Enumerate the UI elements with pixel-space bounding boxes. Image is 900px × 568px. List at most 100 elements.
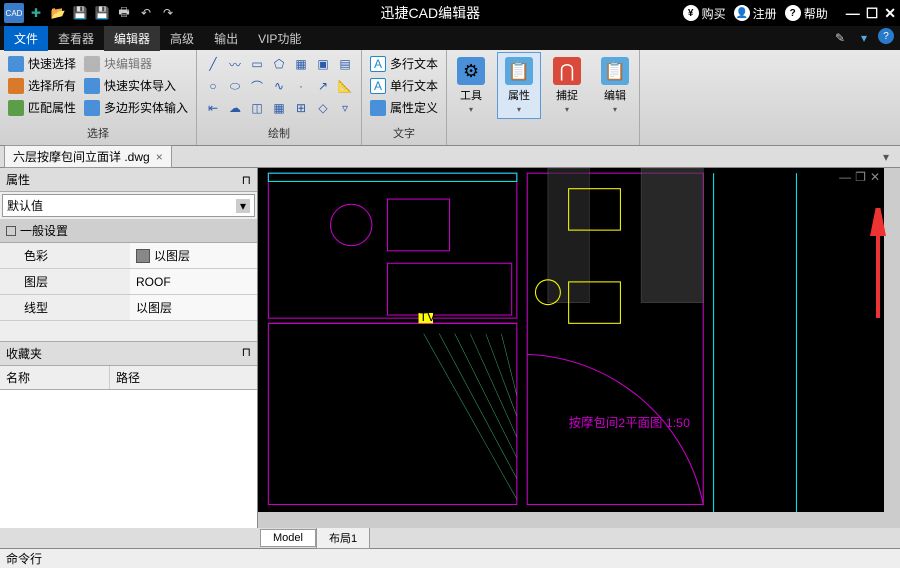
canvas-close-icon[interactable]: ✕ — [870, 170, 880, 184]
menu-vip[interactable]: VIP功能 — [248, 26, 311, 51]
chevron-down-icon: ▾ — [236, 199, 250, 213]
dim-tool[interactable]: ⇤ — [203, 98, 223, 118]
saveas-icon[interactable]: 💾 — [92, 3, 112, 23]
snap-button[interactable]: ⋂ 捕捉 ▾ — [545, 52, 589, 119]
solidimport-icon — [84, 78, 100, 94]
rect-tool[interactable]: ▭ — [247, 54, 267, 74]
select-tool[interactable]: ▣ — [313, 54, 333, 74]
ellipse-tool[interactable]: ⬭ — [225, 76, 245, 96]
svg-text:按摩包间2平面图 1:50: 按摩包间2平面图 1:50 — [569, 415, 690, 430]
new-icon[interactable]: ✚ — [26, 3, 46, 23]
attrdef[interactable]: 属性定义 — [368, 98, 440, 117]
undo-icon[interactable]: ↶ — [136, 3, 156, 23]
tools-button[interactable]: ⚙ 工具 ▾ — [449, 52, 493, 119]
sidebar: 属性 ⊓ 默认值 ▾ 一般设置 色彩 以图层 图层 ROOF 线型 以图层 收藏… — [0, 168, 258, 528]
solid-import[interactable]: 快速实体导入 — [82, 76, 190, 95]
pin-icon[interactable]: ⊓ — [242, 173, 251, 187]
pencil-icon[interactable]: ✎ — [830, 28, 850, 48]
match-props[interactable]: 匹配属性 — [6, 98, 78, 117]
polysolid-icon — [84, 100, 100, 116]
ribbon: 快速选择 选择所有 匹配属性 块编辑器 快速实体导入 多边形实体输入 选择 ╱ … — [0, 50, 900, 146]
save-icon[interactable]: 💾 — [70, 3, 90, 23]
select-all[interactable]: 选择所有 — [6, 76, 78, 95]
buy-button[interactable]: ¥购买 — [683, 5, 726, 22]
matchprops-icon — [8, 100, 24, 116]
measure-tool[interactable]: 📐 — [335, 76, 355, 96]
block-tool[interactable]: ▤ — [335, 54, 355, 74]
color-swatch — [136, 249, 150, 263]
user-icon: 👤 — [734, 5, 750, 21]
ray-tool[interactable]: ↗ — [313, 76, 333, 96]
stext-icon: A — [370, 78, 386, 94]
redo-icon[interactable]: ↷ — [158, 3, 178, 23]
properties-icon: 📋 — [505, 57, 533, 85]
pin-icon[interactable]: ⊓ — [242, 345, 251, 362]
mtext[interactable]: A多行文本 — [368, 54, 440, 73]
tab-menu-icon[interactable]: ▾ — [876, 147, 896, 167]
prop-row-layer[interactable]: 图层 ROOF — [0, 269, 257, 295]
print-icon[interactable]: 🖶 — [114, 3, 134, 23]
edit-button[interactable]: 📋 编辑 ▾ — [593, 52, 637, 119]
fav-col-name[interactable]: 名称 — [0, 366, 110, 389]
misc-tool[interactable]: ▿ — [335, 98, 355, 118]
fav-col-path[interactable]: 路径 — [110, 366, 257, 389]
favorites-header: 收藏夹 ⊓ — [0, 341, 257, 366]
register-button[interactable]: 👤注册 — [734, 5, 777, 22]
prop-row-color[interactable]: 色彩 以图层 — [0, 243, 257, 269]
scrollbar-vertical[interactable] — [884, 168, 900, 528]
canvas-min-icon[interactable]: — — [839, 170, 851, 184]
tab-layout1[interactable]: 布局1 — [316, 527, 370, 549]
shape-tool[interactable]: ◇ — [313, 98, 333, 118]
menu-advanced[interactable]: 高级 — [160, 26, 204, 51]
menu-file[interactable]: 文件 — [4, 26, 48, 51]
menu-output[interactable]: 输出 — [204, 26, 248, 51]
scrollbar-horizontal[interactable] — [258, 512, 884, 528]
chevron-down-icon: ▾ — [565, 105, 569, 114]
mtext-icon: A — [370, 56, 386, 72]
drawing-canvas[interactable]: 按摩包间2平面图 1:50 TV — ❐ ✕ — [258, 168, 900, 528]
model-tabs: Model 布局1 — [0, 528, 900, 548]
attrdef-icon — [370, 100, 386, 116]
command-line[interactable]: 命令行 — [0, 548, 900, 568]
cloud-tool[interactable]: ☁ — [225, 98, 245, 118]
group-label-text: 文字 — [368, 123, 440, 143]
canvas-restore-icon[interactable]: ❐ — [855, 170, 866, 184]
close-button[interactable]: ✕ — [884, 5, 896, 22]
tools-icon: ⚙ — [457, 57, 485, 85]
hatch-tool[interactable]: ▦ — [291, 54, 311, 74]
general-settings-section[interactable]: 一般设置 — [0, 219, 257, 243]
quickselect-icon — [8, 56, 24, 72]
polyline-tool[interactable]: 〰 — [225, 54, 245, 74]
maximize-button[interactable]: ☐ — [866, 5, 879, 22]
help-button[interactable]: ?帮助 — [785, 5, 828, 22]
minimize-button[interactable]: — — [846, 5, 860, 22]
poly-solid[interactable]: 多边形实体输入 — [82, 98, 190, 117]
tab-model[interactable]: Model — [260, 529, 316, 547]
options-arrow-icon[interactable]: ▾ — [854, 28, 874, 48]
default-value-combo[interactable]: 默认值 ▾ — [2, 194, 255, 217]
insert-tool[interactable]: ⊞ — [291, 98, 311, 118]
properties-button[interactable]: 📋 属性 ▾ — [497, 52, 541, 119]
menu-viewer[interactable]: 查看器 — [48, 26, 104, 51]
info-icon[interactable]: ? — [878, 28, 894, 44]
open-icon[interactable]: 📂 — [48, 3, 68, 23]
collapse-icon[interactable] — [6, 226, 16, 236]
document-tab[interactable]: 六层按摩包间立面详 .dwg × — [4, 145, 172, 168]
block-editor[interactable]: 块编辑器 — [82, 54, 190, 73]
document-name: 六层按摩包间立面详 .dwg — [13, 148, 150, 165]
prop-row-linetype[interactable]: 线型 以图层 — [0, 295, 257, 321]
edit-icon: 📋 — [601, 57, 629, 85]
menu-editor[interactable]: 编辑器 — [104, 26, 160, 51]
table-tool[interactable]: ▦ — [269, 98, 289, 118]
close-tab-icon[interactable]: × — [156, 150, 163, 164]
curve-tool[interactable]: ∿ — [269, 76, 289, 96]
point-tool[interactable]: · — [291, 76, 311, 96]
quick-select[interactable]: 快速选择 — [6, 54, 78, 73]
favorites-list — [0, 390, 257, 528]
arc-tool[interactable]: ⌒ — [247, 76, 267, 96]
circle-tool[interactable]: ○ — [203, 76, 223, 96]
container-tool[interactable]: ◫ — [247, 98, 267, 118]
stext[interactable]: A单行文本 — [368, 76, 440, 95]
line-tool[interactable]: ╱ — [203, 54, 223, 74]
polygon-tool[interactable]: ⬠ — [269, 54, 289, 74]
